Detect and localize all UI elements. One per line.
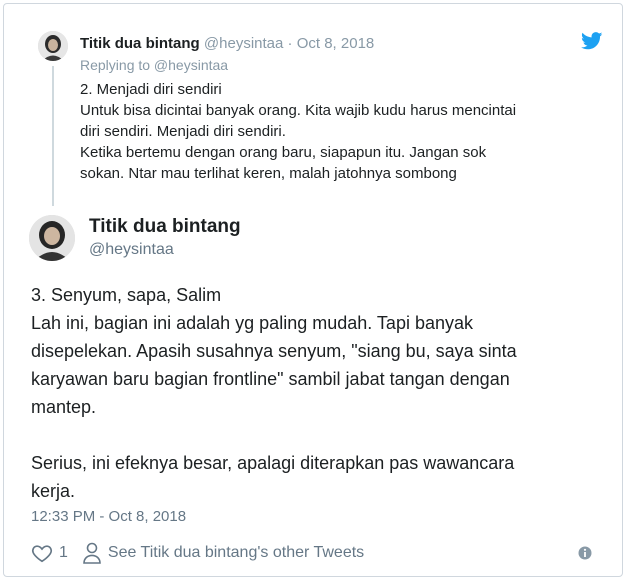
replying-to-label[interactable]: Replying to @heysintaa — [80, 57, 228, 73]
thread-connector-line — [52, 66, 54, 206]
tweet-text-line: disepelekan. Apasih susahnya senyum, "si… — [31, 341, 517, 361]
tweet-text-line: Lah ini, bagian ini adalah yg paling mud… — [31, 313, 473, 333]
parent-text-line: sokan. Ntar mau terlihat keren, malah ja… — [80, 165, 457, 182]
tweet-text-line: kerja. — [31, 481, 76, 501]
tweet-text: 3. Senyum, sapa, Salim Lah ini, bagian i… — [31, 281, 591, 505]
parent-display-name[interactable]: Titik dua bintang — [80, 35, 200, 52]
tweet-text-line: mantep. — [31, 397, 97, 417]
other-tweets-link[interactable]: See Titik dua bintang's other Tweets — [108, 544, 364, 562]
tweet-text-line: karyawan baru bagian frontline" sambil j… — [31, 369, 510, 389]
parent-date[interactable]: Oct 8, 2018 — [297, 35, 375, 52]
tweet-text-line: Serius, ini efeknya besar, apalagi diter… — [31, 453, 515, 473]
parent-text-line: Untuk bisa dicintai banyak orang. Kita w… — [80, 102, 517, 119]
author-display-name[interactable]: Titik dua bintang — [89, 216, 241, 238]
tweet-text-blank-line — [31, 421, 591, 449]
twitter-bird-icon[interactable] — [581, 32, 603, 50]
author-avatar[interactable] — [29, 215, 75, 261]
parent-handle[interactable]: @heysintaa — [204, 35, 283, 52]
meta-separator: · — [287, 35, 293, 52]
tweet-text-line: 3. Senyum, sapa, Salim — [31, 285, 222, 305]
parent-text-line: 2. Menjadi diri sendiri — [80, 81, 222, 98]
like-count[interactable]: 1 — [59, 544, 68, 562]
tweet-actions: 1 See Titik dua bintang's other Tweets — [31, 540, 364, 566]
parent-tweet-header: Titik dua bintang @heysintaa · Oct 8, 20… — [80, 35, 374, 52]
tweet-timestamp[interactable]: 12:33 PM - Oct 8, 2018 — [31, 508, 186, 525]
info-icon[interactable] — [578, 546, 592, 560]
heart-icon[interactable] — [31, 542, 53, 564]
person-icon[interactable] — [82, 542, 102, 564]
embedded-tweet-card: Titik dua bintang @heysintaa · Oct 8, 20… — [3, 3, 623, 577]
parent-text-line: diri sendiri. Menjadi diri sendiri. — [80, 123, 286, 140]
author-handle[interactable]: @heysintaa — [89, 241, 174, 259]
parent-avatar[interactable] — [38, 31, 68, 61]
parent-text-line: Ketika bertemu dengan orang baru, siapap… — [80, 144, 487, 161]
parent-tweet-text: 2. Menjadi diri sendiri Untuk bisa dicin… — [80, 79, 600, 184]
